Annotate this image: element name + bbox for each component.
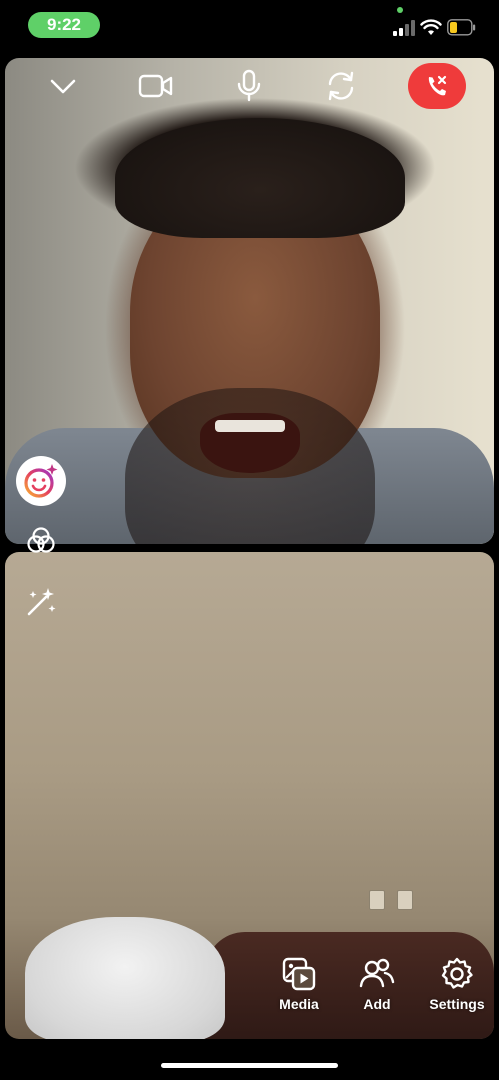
- status-time: 9:22: [28, 12, 100, 38]
- remote-video-feed[interactable]: [5, 58, 494, 544]
- status-bar: 9:22: [0, 0, 499, 52]
- wifi-icon: [420, 19, 442, 35]
- white-blanket: [25, 917, 225, 1039]
- microphone-icon[interactable]: [225, 62, 273, 110]
- add-people-button[interactable]: Add: [341, 956, 413, 1022]
- add-people-icon: [359, 958, 395, 988]
- video-camera-icon[interactable]: [132, 62, 180, 110]
- add-label: Add: [363, 996, 391, 1012]
- face-effects-button[interactable]: [16, 456, 66, 506]
- switch-camera-icon[interactable]: [317, 62, 365, 110]
- end-call-button[interactable]: [408, 63, 466, 109]
- settings-gear-icon: [441, 957, 473, 989]
- settings-button[interactable]: Settings: [421, 956, 493, 1022]
- wall-outlet: [369, 890, 385, 910]
- call-controls-bar: [5, 62, 494, 110]
- signal-icon: [393, 20, 415, 36]
- filters-icon[interactable]: [26, 526, 56, 556]
- home-indicator[interactable]: [161, 1063, 338, 1068]
- settings-label: Settings: [429, 996, 485, 1012]
- magic-wand-icon[interactable]: [24, 585, 58, 619]
- media-icon: [282, 957, 316, 991]
- camera-in-use-indicator: [397, 7, 403, 13]
- person-teeth: [215, 420, 285, 432]
- end-call-icon: [428, 75, 447, 96]
- wall-outlet: [397, 890, 413, 910]
- media-label: Media: [279, 996, 319, 1012]
- person-hair: [115, 118, 405, 238]
- media-button[interactable]: Media: [263, 956, 335, 1022]
- chevron-down-icon[interactable]: [39, 62, 87, 110]
- battery-icon: [447, 19, 476, 36]
- face-effects-icon: [24, 464, 58, 498]
- video-call-screen: 9:22 Media Add Settings: [0, 0, 499, 1080]
